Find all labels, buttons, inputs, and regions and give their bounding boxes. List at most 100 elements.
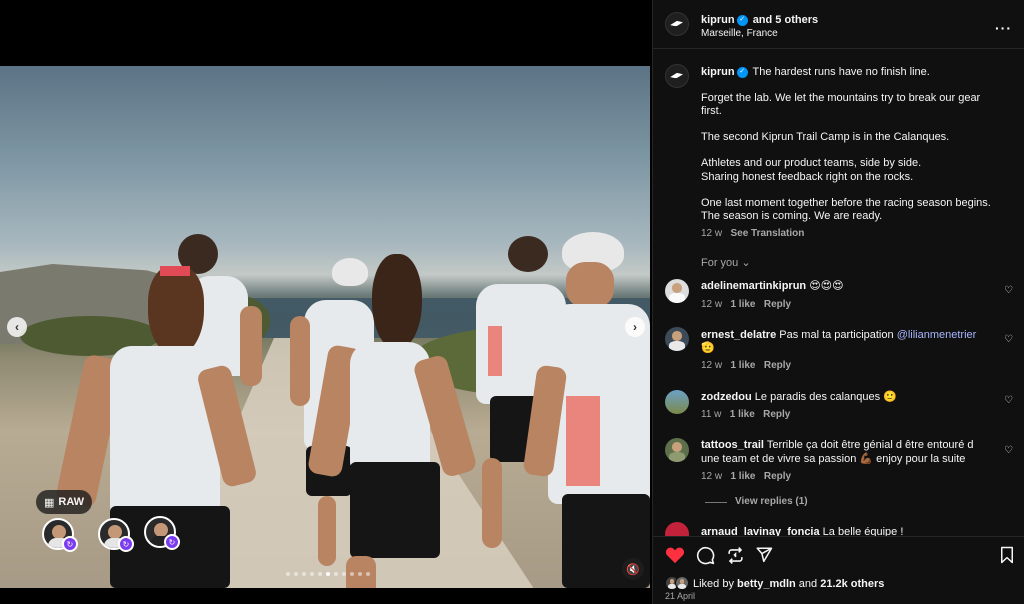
bookmark-icon: [1001, 546, 1013, 564]
more-options-icon[interactable]: ···: [995, 20, 1012, 36]
reply-button[interactable]: Reply: [764, 471, 791, 482]
comment-like-icon[interactable]: ♡: [1004, 396, 1014, 406]
comment-body: 😍😍😍: [809, 280, 844, 292]
repost-button[interactable]: [725, 545, 745, 565]
likes-summary: Liked by betty_mdln and 21.2k others: [693, 577, 884, 591]
caption-text: The season is coming. We are ready.: [701, 210, 883, 222]
slide-dot: [342, 572, 346, 576]
for-you-dropdown[interactable]: For you ⌄: [701, 256, 751, 270]
caption-line: kiprun ✓ The hardest runs have no finish …: [701, 65, 1011, 79]
liker-username[interactable]: betty_mdln: [737, 578, 796, 590]
comment-body: Pas mal ta participation: [779, 329, 894, 341]
header-divider: [653, 48, 1024, 49]
comment-like-icon[interactable]: ♡: [1004, 286, 1014, 296]
comment-username[interactable]: adelinemartinkiprun: [701, 280, 806, 292]
post-video[interactable]: ▦ RAW ↻ ↻ ↻: [0, 66, 650, 588]
comment-like-icon[interactable]: ♡: [1004, 446, 1014, 456]
slide-dot: [334, 572, 338, 576]
likes-prefix: Liked by: [693, 578, 734, 590]
reply-button[interactable]: Reply: [764, 360, 791, 371]
comment-clip: arnaud_lavinay_foncia La belle équipe !: [653, 520, 1024, 536]
caption-text: Sharing honest feedback right on the roc…: [701, 171, 914, 183]
comment-icon: [696, 546, 714, 564]
comment-body: 🫡: [701, 342, 715, 354]
collaborators-link[interactable]: and 5 others: [753, 14, 818, 26]
media-pane: ▦ RAW ↻ ↻ ↻ ‹ › 🔇: [0, 0, 652, 604]
previous-slide-button[interactable]: ‹: [7, 317, 27, 337]
comment-text: tattoos_trail Terrible ça doit être géni…: [701, 438, 1001, 452]
likes-and: and: [798, 578, 818, 590]
collab-icon: ↻: [62, 536, 78, 552]
caption-text: first.: [701, 105, 722, 117]
comment-likes[interactable]: 1 like: [730, 360, 755, 371]
save-button[interactable]: [997, 545, 1017, 565]
commenter-avatar[interactable]: [665, 327, 689, 351]
comment-button[interactable]: [695, 545, 715, 565]
liker-avatar[interactable]: [675, 576, 689, 590]
slide-indicator: [286, 572, 370, 576]
comment-body: La belle équipe !: [822, 526, 904, 536]
comment-likes[interactable]: 1 like: [730, 409, 755, 420]
slide-dot: [294, 572, 298, 576]
see-translation-link[interactable]: See Translation: [730, 228, 804, 239]
caption-author[interactable]: kiprun: [701, 66, 735, 78]
speaker-muted-icon: 🔇: [626, 563, 640, 576]
comment-mention[interactable]: @lilianmenetrier: [897, 329, 977, 341]
commenter-avatar[interactable]: [665, 279, 689, 303]
comment-username[interactable]: tattoos_trail: [701, 439, 764, 451]
mute-button[interactable]: 🔇: [622, 558, 644, 580]
chevron-left-icon: ‹: [15, 320, 19, 334]
comment-username[interactable]: ernest_delatre: [701, 329, 776, 341]
raw-label: RAW: [58, 496, 85, 508]
actions-divider: [653, 536, 1024, 537]
chevron-down-icon: ⌄: [741, 257, 751, 269]
likes-count[interactable]: 21.2k others: [820, 578, 884, 590]
slide-dot: [358, 572, 362, 576]
comment-likes[interactable]: 1 like: [730, 471, 755, 482]
slide-dot: [310, 572, 314, 576]
post-side-panel: kiprun ✓ and 5 others Marseille, France ·…: [652, 0, 1024, 604]
commenter-avatar[interactable]: [665, 438, 689, 462]
post-location[interactable]: Marseille, France: [701, 27, 778, 41]
caption-time: 12 w: [701, 228, 723, 239]
comment-likes[interactable]: 1 like: [730, 299, 755, 310]
caption-text: Forget the lab. We let the mountains try…: [701, 92, 981, 104]
chevron-right-icon: ›: [633, 320, 637, 334]
view-replies-button[interactable]: View replies (1): [735, 495, 808, 509]
author-avatar[interactable]: [665, 12, 689, 36]
slide-dot: [302, 572, 306, 576]
comment-meta: 11 w 1 like Reply: [701, 408, 790, 422]
reply-button[interactable]: Reply: [763, 409, 790, 420]
post-header-author: kiprun ✓ and 5 others: [701, 13, 818, 27]
like-button[interactable]: [665, 545, 685, 565]
author-username[interactable]: kiprun: [701, 14, 735, 26]
verified-icon: ✓: [736, 66, 748, 78]
slide-dot: [318, 572, 322, 576]
comment-text: zodzedou Le paradis des calanques 🙂: [701, 390, 897, 404]
post-date[interactable]: 21 April: [665, 591, 695, 602]
comment-time: 12 w: [701, 299, 723, 310]
slide-dot: [326, 572, 330, 576]
next-slide-button[interactable]: ›: [625, 317, 645, 337]
comment-meta: 12 w 1 like Reply: [701, 470, 791, 484]
comment-username[interactable]: zodzedou: [701, 391, 752, 403]
comment-username[interactable]: arnaud_lavinay_foncia: [701, 526, 820, 536]
slide-dot: [366, 572, 370, 576]
commenter-avatar[interactable]: [665, 522, 689, 536]
replies-line: [705, 502, 727, 503]
reply-button[interactable]: Reply: [764, 299, 791, 310]
commenter-avatar[interactable]: [665, 390, 689, 414]
caption-text: The hardest runs have no finish line.: [752, 66, 930, 78]
heart-filled-icon: [665, 547, 685, 564]
comment-text: adelinemartinkiprun 😍😍😍: [701, 279, 844, 293]
comment-time: 12 w: [701, 360, 723, 371]
collab-icon: ↻: [164, 534, 180, 550]
comment-body: Le paradis des calanques 🙂: [754, 391, 897, 403]
comment-like-icon[interactable]: ♡: [1004, 335, 1014, 345]
comment-time: 12 w: [701, 471, 723, 482]
send-icon: [756, 547, 773, 563]
caption-author-avatar[interactable]: [665, 64, 689, 88]
share-button[interactable]: [754, 545, 774, 565]
caption-text: The second Kiprun Trail Camp is in the C…: [701, 131, 950, 143]
raw-badge[interactable]: ▦ RAW: [36, 490, 93, 514]
